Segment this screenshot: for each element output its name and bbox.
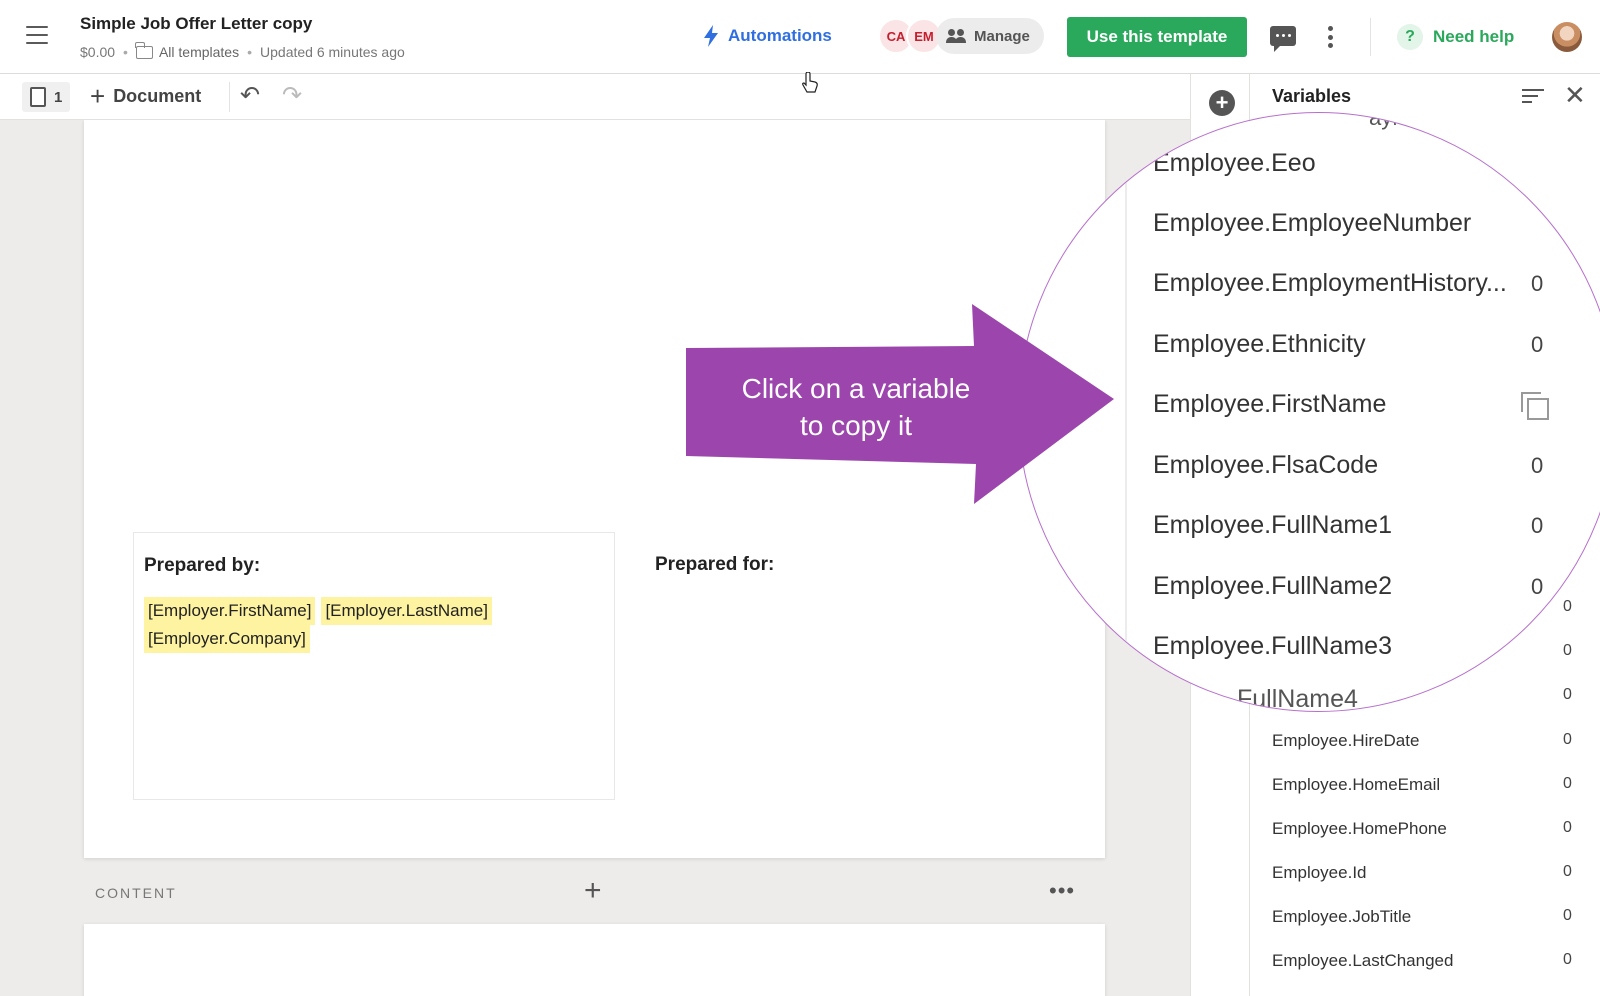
- automations-button[interactable]: Automations: [702, 24, 832, 48]
- variable-name: Employee.EmployeeNumber: [1153, 209, 1472, 237]
- variable-name: Employee.Ethnicity: [1153, 330, 1366, 358]
- variable-count: 0: [1531, 574, 1544, 599]
- manage-button[interactable]: Manage: [936, 18, 1044, 54]
- variable-name: Employee.FullName1: [1153, 511, 1392, 539]
- divider: [1370, 18, 1371, 56]
- variable-name: Employee.FirstName: [1153, 390, 1387, 418]
- folder-icon: [135, 41, 153, 59]
- variable-name: Employee.FlsaCode: [1153, 451, 1379, 479]
- automations-label: Automations: [728, 26, 832, 45]
- variable-count: 0: [1531, 453, 1544, 478]
- prepared-by-variables: [Employer.FirstName] [Employer.LastName] …: [144, 597, 584, 653]
- callout-text: Click on a variable to copy it: [706, 370, 1006, 444]
- callout-line-1: Click on a variable: [741, 373, 971, 404]
- variable-count: 0: [1531, 332, 1544, 357]
- variable-count: 0: [1563, 907, 1572, 924]
- callout-line-2: to copy it: [799, 410, 913, 441]
- variable-row[interactable]: Employee.Id 0: [1250, 852, 1600, 896]
- top-bar: Simple Job Offer Letter copy $0.00 • All…: [0, 0, 1600, 74]
- prepared-for-title: Prepared for:: [655, 554, 775, 575]
- undo-icon[interactable]: ↶: [240, 84, 260, 108]
- menu-icon[interactable]: [26, 26, 48, 44]
- variables-title: Variables: [1272, 86, 1352, 106]
- more-icon[interactable]: •••: [1049, 878, 1075, 904]
- price-label: $0.00: [80, 44, 116, 60]
- variable-name: Employee.HomeEmail: [1272, 775, 1441, 794]
- page-count: 1: [54, 88, 63, 106]
- callout-arrow: Click on a variable to copy it: [684, 304, 1134, 510]
- content-label: CONTENT: [95, 885, 177, 901]
- content-section-bar: CONTENT + •••: [84, 858, 1105, 928]
- need-help-label: Need help: [1433, 27, 1515, 46]
- lightning-icon: [704, 25, 718, 47]
- sort-icon[interactable]: [1522, 88, 1546, 106]
- document-page[interactable]: [84, 924, 1105, 996]
- variable-tag[interactable]: [Employer.FirstName]: [144, 597, 316, 625]
- meta-separator: •: [247, 44, 253, 60]
- variable-count: 0: [1543, 155, 1553, 174]
- prepared-by-title: Prepared by:: [144, 555, 261, 576]
- partial-variable-name: ayName: [1369, 112, 1451, 130]
- divider: [229, 82, 230, 112]
- variable-name: Employee.FullName3: [1153, 632, 1392, 660]
- pages-icon: [26, 85, 46, 107]
- variable-name: Employee.HomePhone: [1272, 819, 1447, 838]
- document-meta: $0.00 • All templates • Updated 6 minute…: [80, 41, 405, 60]
- magnified-variable-row[interactable]: Employee.FullName2 0: [1019, 558, 1600, 618]
- need-help-button[interactable]: ? Need help: [1397, 24, 1514, 50]
- variable-count: 0: [1563, 686, 1572, 703]
- variable-tag[interactable]: [Employer.Company]: [144, 625, 310, 653]
- variable-count: 0: [1563, 775, 1572, 792]
- help-icon: ?: [1397, 24, 1423, 50]
- variable-count: 0: [1531, 271, 1544, 296]
- editor-toolbar: 1 + Document ↶ ↷: [0, 74, 1190, 120]
- add-circle-icon[interactable]: +: [1209, 90, 1235, 116]
- all-templates-link[interactable]: All templates: [159, 44, 239, 60]
- copy-icon[interactable]: [1521, 392, 1549, 420]
- people-icon: [946, 29, 968, 43]
- partial-variable-name: FullName4: [1237, 685, 1358, 712]
- variable-row[interactable]: Employee.JobTitle 0: [1250, 896, 1600, 940]
- meta-separator: •: [123, 44, 128, 60]
- variable-count: 0: [1563, 863, 1572, 880]
- magnified-variable-row[interactable]: Employee.FullName3: [1019, 618, 1600, 678]
- variable-count: 0: [1563, 819, 1572, 836]
- comments-icon[interactable]: [1270, 26, 1296, 52]
- collaborators: CA EM Manage: [878, 18, 1044, 54]
- variable-row[interactable]: Employee.LastChanged 0: [1250, 940, 1600, 984]
- variable-row[interactable]: Employee.HomePhone 0: [1250, 808, 1600, 852]
- variable-tag[interactable]: [Employer.LastName]: [321, 597, 492, 625]
- prepared-by-block[interactable]: Prepared by: [Employer.FirstName] [Employ…: [133, 532, 615, 800]
- document-title[interactable]: Simple Job Offer Letter copy: [80, 14, 312, 34]
- more-options-icon[interactable]: [1328, 26, 1334, 48]
- variable-name: Employee.EmploymentHistory...: [1153, 269, 1507, 297]
- variable-name: Employee.Eeo: [1153, 149, 1316, 177]
- use-template-button[interactable]: Use this template: [1067, 17, 1247, 57]
- variable-name: Employee.Id: [1272, 863, 1367, 882]
- variable-row[interactable]: Employee.HireDate 0: [1250, 720, 1600, 764]
- add-content-icon[interactable]: +: [584, 876, 602, 906]
- variable-name: Employee.LastChanged: [1272, 951, 1454, 970]
- add-document-label: Document: [113, 85, 202, 106]
- variable-count: 0: [1531, 513, 1544, 538]
- document-canvas: Prepared by: [Employer.FirstName] [Employ…: [0, 120, 1190, 996]
- variable-name: Employee.FullName2: [1153, 572, 1392, 600]
- add-document-button[interactable]: + Document: [90, 81, 202, 111]
- magnified-variable-row[interactable]: Employee.Eeo 0: [1019, 135, 1600, 195]
- close-icon[interactable]: ✕: [1564, 82, 1586, 108]
- manage-label: Manage: [974, 27, 1030, 45]
- variable-count: 0: [1563, 951, 1572, 968]
- user-avatar[interactable]: [1552, 22, 1582, 52]
- magnified-variable-row[interactable]: Employee.EmployeeNumber: [1019, 195, 1600, 255]
- hand-cursor-icon: [802, 72, 818, 93]
- variable-count: 0: [1563, 731, 1572, 748]
- variable-name: Employee.HireDate: [1272, 731, 1420, 750]
- pages-button[interactable]: 1: [22, 82, 71, 112]
- redo-icon[interactable]: ↷: [282, 84, 302, 108]
- updated-label: Updated 6 minutes ago: [260, 44, 405, 60]
- variable-row[interactable]: Employee.HomeEmail 0: [1250, 764, 1600, 808]
- plus-icon: +: [90, 81, 106, 111]
- variable-name: Employee.JobTitle: [1272, 907, 1412, 926]
